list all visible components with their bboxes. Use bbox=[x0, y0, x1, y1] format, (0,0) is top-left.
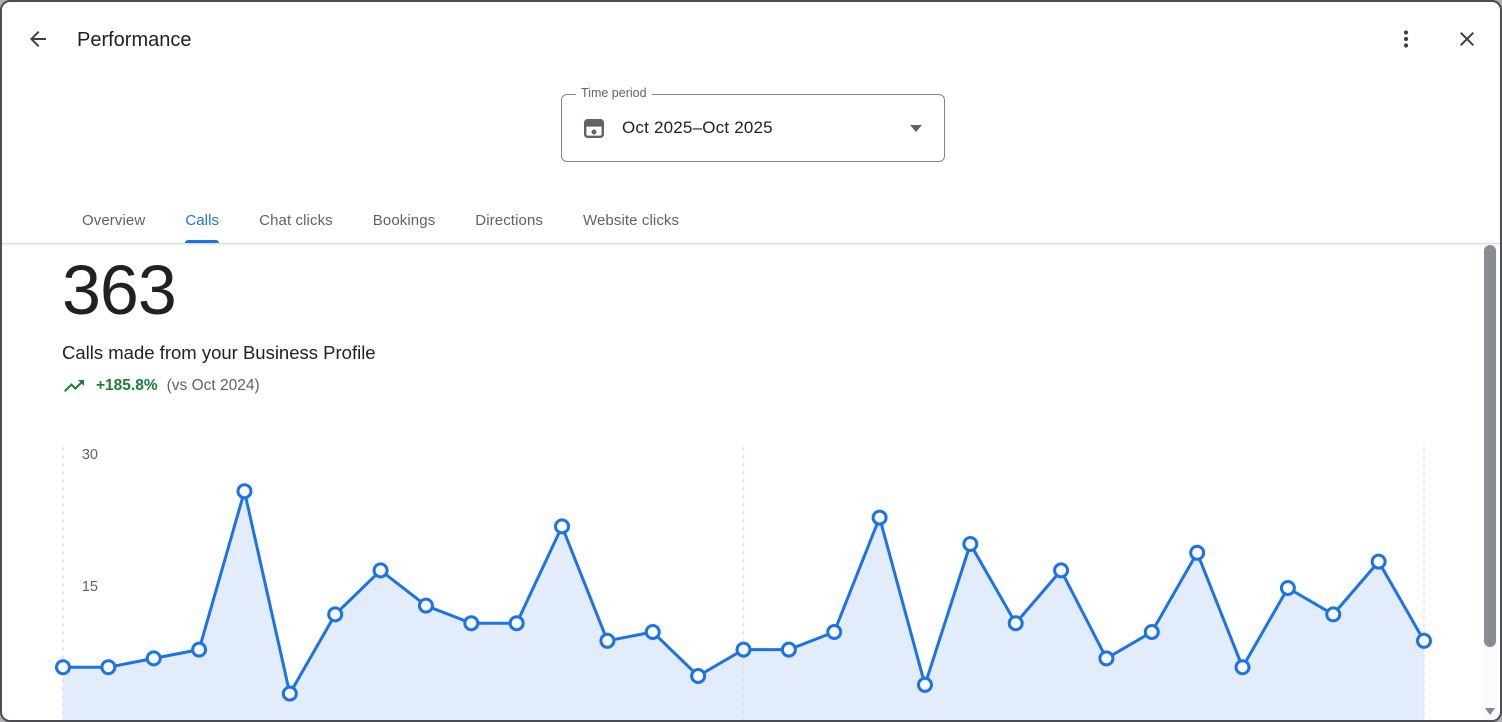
trend-row: +185.8% (vs Oct 2024) bbox=[62, 374, 260, 398]
data-point-day-7[interactable] bbox=[329, 608, 342, 621]
chart-area-fill bbox=[63, 491, 1424, 720]
back-button[interactable] bbox=[26, 27, 50, 51]
data-point-day-10[interactable] bbox=[465, 617, 478, 630]
data-point-day-30[interactable] bbox=[1372, 555, 1385, 568]
tab-chat-clicks[interactable]: Chat clicks bbox=[259, 197, 333, 243]
page-title: Performance bbox=[77, 28, 192, 52]
data-point-day-1[interactable] bbox=[57, 661, 70, 674]
change-percent: +185.8% bbox=[96, 377, 158, 395]
time-period-label: Time period bbox=[576, 86, 652, 100]
data-point-day-25[interactable] bbox=[1145, 626, 1158, 639]
vertical-scrollbar-track[interactable] bbox=[1483, 245, 1498, 720]
tab-website-clicks[interactable]: Website clicks bbox=[583, 197, 679, 243]
time-period-value: Oct 2025–Oct 2025 bbox=[622, 118, 773, 138]
scrollbar-thumb[interactable] bbox=[1484, 245, 1496, 647]
trending-up-icon bbox=[62, 374, 86, 398]
data-point-day-14[interactable] bbox=[646, 626, 659, 639]
data-point-day-19[interactable] bbox=[873, 511, 886, 524]
data-point-day-21[interactable] bbox=[964, 538, 977, 551]
data-point-day-28[interactable] bbox=[1281, 582, 1294, 595]
close-icon bbox=[1455, 27, 1479, 51]
data-point-day-31[interactable] bbox=[1418, 634, 1431, 647]
data-point-day-24[interactable] bbox=[1100, 652, 1113, 665]
tab-overview[interactable]: Overview bbox=[82, 197, 145, 243]
data-point-day-11[interactable] bbox=[510, 617, 523, 630]
calendar-icon bbox=[583, 117, 605, 139]
comparison-period: (vs Oct 2024) bbox=[167, 377, 260, 395]
y-axis-tick-label: 30 bbox=[82, 447, 98, 463]
back-arrow-icon bbox=[26, 27, 50, 51]
metric-tabs: Overview Calls Chat clicks Bookings Dire… bbox=[82, 197, 679, 243]
data-point-day-18[interactable] bbox=[828, 626, 841, 639]
metric-description: Calls made from your Business Profile bbox=[62, 342, 376, 364]
tab-calls[interactable]: Calls bbox=[185, 197, 219, 243]
data-point-day-16[interactable] bbox=[737, 643, 750, 656]
time-period-select[interactable]: Time period Oct 2025–Oct 2025 bbox=[561, 94, 945, 162]
data-point-day-27[interactable] bbox=[1236, 661, 1249, 674]
scroll-down-arrow-icon[interactable] bbox=[1485, 708, 1495, 715]
data-point-day-9[interactable] bbox=[419, 599, 432, 612]
data-point-day-12[interactable] bbox=[556, 520, 569, 533]
data-point-day-4[interactable] bbox=[193, 643, 206, 656]
data-point-day-8[interactable] bbox=[374, 564, 387, 577]
data-point-day-6[interactable] bbox=[283, 687, 296, 700]
data-point-day-29[interactable] bbox=[1327, 608, 1340, 621]
data-point-day-22[interactable] bbox=[1009, 617, 1022, 630]
data-point-day-3[interactable] bbox=[147, 652, 160, 665]
data-point-day-2[interactable] bbox=[102, 661, 115, 674]
total-calls-value: 363 bbox=[62, 248, 176, 332]
dropdown-arrow-icon bbox=[910, 125, 922, 132]
data-point-day-5[interactable] bbox=[238, 485, 251, 498]
data-point-day-23[interactable] bbox=[1055, 564, 1068, 577]
data-point-day-13[interactable] bbox=[601, 634, 614, 647]
calls-line-chart: 1530 bbox=[2, 432, 1502, 722]
more-options-button[interactable] bbox=[1394, 27, 1418, 51]
y-axis-tick-label: 15 bbox=[82, 579, 98, 595]
data-point-day-15[interactable] bbox=[692, 670, 705, 683]
performance-dialog: Performance Time period Oct 2025–Oct 202… bbox=[0, 0, 1502, 722]
data-point-day-26[interactable] bbox=[1191, 546, 1204, 559]
data-point-day-17[interactable] bbox=[782, 643, 795, 656]
kebab-menu-icon bbox=[1394, 27, 1418, 51]
tab-directions[interactable]: Directions bbox=[475, 197, 543, 243]
data-point-day-20[interactable] bbox=[918, 678, 931, 691]
close-button[interactable] bbox=[1455, 27, 1479, 51]
tab-bookings[interactable]: Bookings bbox=[373, 197, 436, 243]
header-divider bbox=[2, 243, 1500, 244]
